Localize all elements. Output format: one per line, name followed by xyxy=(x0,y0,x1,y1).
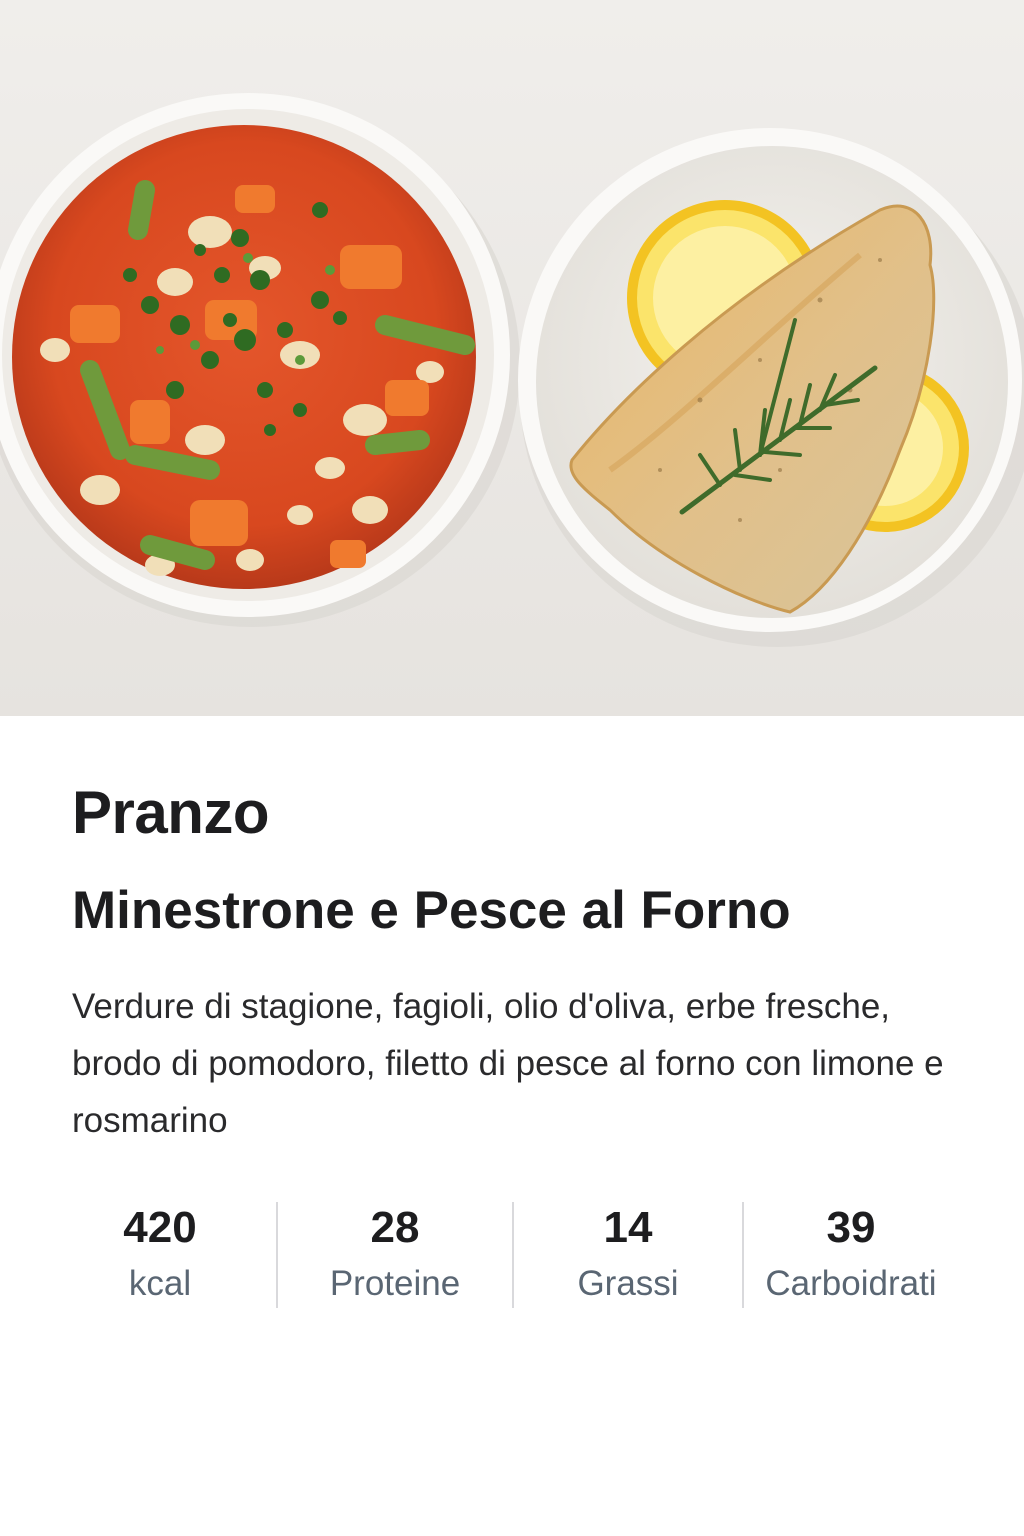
calories-label: kcal xyxy=(128,1264,192,1303)
calories-value: 420 xyxy=(123,1203,197,1252)
carbs-value: 39 xyxy=(826,1203,876,1252)
nutrition-fat: 14 Grassi xyxy=(514,1200,742,1310)
meal-photo-illustration xyxy=(0,0,1024,716)
dish-title: Minestrone e Pesce al Forno xyxy=(72,881,791,940)
nutrition-protein: 28 Proteine xyxy=(278,1200,512,1310)
meal-type-heading: Pranzo xyxy=(72,779,270,846)
meal-card[interactable]: Pranzo Minestrone e Pesce al Forno Verdu… xyxy=(0,0,1024,1536)
nutrition-calories: 420 kcal xyxy=(44,1200,276,1310)
ingredients-description: Verdure di stagione, fagioli, olio d'oli… xyxy=(72,987,944,1140)
nutrition-summary: 420 kcal 28 Proteine 14 Grassi 39 Carboi… xyxy=(44,1200,974,1310)
fat-label: Grassi xyxy=(577,1264,679,1303)
protein-label: Proteine xyxy=(329,1264,461,1303)
carbs-label: Carboidrati xyxy=(765,1264,937,1303)
protein-value: 28 xyxy=(370,1203,420,1252)
meal-photo xyxy=(0,0,1024,716)
nutrition-carbs: 39 Carboidrati xyxy=(744,1200,958,1310)
fat-value: 14 xyxy=(603,1203,653,1252)
